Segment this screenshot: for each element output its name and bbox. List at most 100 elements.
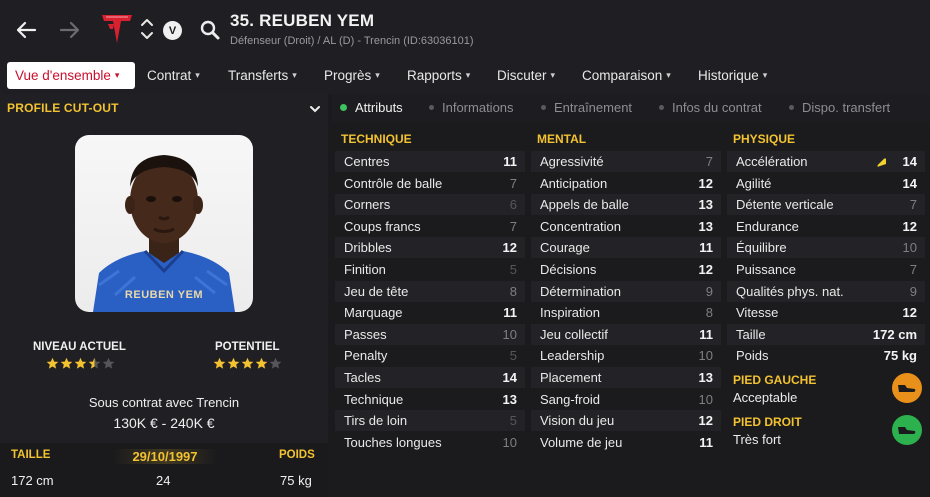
attribute-name: Poids — [736, 348, 769, 364]
attribute-name: Penalty — [344, 348, 388, 364]
menu-reports[interactable]: Rapports ▾ — [407, 62, 470, 89]
player-photo: REUBEN YEM — [75, 135, 253, 312]
attribute-name: Volume de jeu — [540, 434, 623, 450]
technical-attribute-row[interactable]: Contrôle de balle 7 — [335, 173, 525, 194]
menu-label: Comparaison — [582, 68, 663, 83]
active-dot-icon — [340, 104, 347, 111]
technical-attribute-row[interactable]: Marquage 11 — [335, 302, 525, 323]
age-value: 24 — [156, 473, 171, 488]
attribute-value: 10 — [502, 326, 517, 342]
menu-history[interactable]: Historique ▾ — [698, 62, 767, 89]
attribute-value: 14 — [902, 154, 917, 169]
subtab-transfer-availability[interactable]: Dispo. transfert — [789, 100, 890, 115]
menu-contract[interactable]: Contrat ▾ — [147, 62, 200, 89]
menu-comparison[interactable]: Comparaison ▾ — [582, 62, 671, 89]
chevron-down-icon[interactable] — [309, 102, 321, 114]
left-foot-value: Acceptable — [733, 390, 798, 405]
attribute-name: Coups francs — [344, 218, 421, 234]
mental-attribute-row[interactable]: Leadership 10 — [531, 345, 721, 366]
subtab-contract-info[interactable]: Infos du contrat — [659, 100, 762, 115]
physical-attribute-row[interactable]: Qualités phys. nat. 9 — [727, 280, 925, 302]
menu-overview[interactable]: Vue d'ensemble ▾ — [7, 62, 135, 89]
technical-attribute-row[interactable]: Technique 13 — [335, 389, 525, 410]
mental-attribute-row[interactable]: Décisions 12 — [531, 259, 721, 280]
current-ability-stars — [46, 357, 115, 370]
attribute-name: Décisions — [540, 262, 597, 277]
technical-attribute-row[interactable]: Penalty 5 — [335, 345, 525, 366]
dot-icon — [789, 105, 794, 110]
mental-attribute-row[interactable]: Agressivité 7 — [531, 151, 721, 172]
dot-icon — [429, 105, 434, 110]
mental-attribute-row[interactable]: Inspiration 8 — [531, 302, 721, 323]
physical-attribute-row[interactable]: Endurance 12 — [727, 216, 925, 237]
technical-attribute-row[interactable]: Coups francs 7 — [335, 216, 525, 237]
player-header: V 35. REUBEN YEM Défenseur (Droit) / AL … — [0, 0, 930, 58]
attribute-name: Technique — [344, 391, 404, 407]
mental-attribute-row[interactable]: Vision du jeu 12 — [531, 410, 721, 432]
attribute-name: Détente verticale — [736, 197, 834, 213]
technical-attribute-row[interactable]: Tacles 14 — [335, 367, 525, 388]
technical-attribute-row[interactable]: Tirs de loin 5 — [335, 410, 525, 432]
mental-attribute-row[interactable]: Jeu collectif 11 — [531, 323, 721, 345]
right-boot-icon — [892, 415, 922, 445]
technical-attribute-row[interactable]: Dribbles 12 — [335, 237, 525, 259]
mental-attribute-row[interactable]: Anticipation 12 — [531, 173, 721, 194]
right-foot-value: Très fort — [733, 432, 781, 447]
club-logo[interactable] — [100, 12, 134, 46]
menu-discuss[interactable]: Discuter ▾ — [497, 62, 555, 89]
v-badge-icon[interactable]: V — [163, 21, 182, 40]
mental-attribute-row[interactable]: Appels de balle 13 — [531, 194, 721, 216]
attribute-value: 12 — [698, 262, 713, 277]
attribute-value: 5 — [509, 262, 517, 277]
profile-heading: PROFILE CUT-OUT — [7, 101, 119, 115]
attribute-name: Corners — [344, 197, 391, 213]
technical-heading: TECHNIQUE — [341, 132, 412, 146]
player-switch-arrows-icon[interactable] — [140, 16, 154, 42]
physical-attribute-row[interactable]: Agilité 14 — [727, 173, 925, 194]
mental-attribute-row[interactable]: Sang-froid 10 — [531, 389, 721, 410]
attribute-name: Agressivité — [540, 154, 604, 169]
menu-progress[interactable]: Progrès ▾ — [324, 62, 380, 89]
subtab-information[interactable]: Informations — [429, 100, 514, 115]
attribute-value: 8 — [509, 283, 517, 299]
physical-attribute-row[interactable]: Poids 75 kg — [727, 345, 925, 366]
current-star-icon — [102, 357, 115, 370]
forward-arrow-icon[interactable] — [58, 18, 82, 42]
mental-attribute-row[interactable]: Concentration 13 — [531, 216, 721, 237]
mental-attribute-row[interactable]: Détermination 9 — [531, 280, 721, 302]
technical-attribute-row[interactable]: Jeu de tête 8 — [335, 280, 525, 302]
subtab-label: Dispo. transfert — [802, 100, 891, 115]
attribute-name: Courage — [540, 240, 590, 256]
physical-attribute-row[interactable]: Équilibre 10 — [727, 237, 925, 259]
menu-label: Progrès — [324, 68, 372, 83]
subtab-training[interactable]: Entraînement — [541, 100, 632, 115]
subtab-attributes[interactable]: Attributs — [340, 100, 403, 115]
mental-attribute-row[interactable]: Placement 13 — [531, 367, 721, 388]
dot-icon — [541, 105, 546, 110]
technical-attribute-row[interactable]: Touches longues 10 — [335, 432, 525, 453]
attribute-name: Puissance — [736, 262, 796, 277]
birth-date: 29/10/1997 — [113, 449, 217, 464]
physical-attribute-row[interactable]: Accélération 14 — [727, 151, 925, 172]
attribute-value: 13 — [698, 197, 713, 213]
back-arrow-icon[interactable] — [14, 18, 38, 42]
technical-attribute-row[interactable]: Centres 11 — [335, 151, 525, 172]
technical-attribute-row[interactable]: Corners 6 — [335, 194, 525, 216]
attribute-value: 14 — [502, 370, 517, 385]
physical-attribute-row[interactable]: Taille 172 cm — [727, 323, 925, 345]
attribute-value: 12 — [698, 413, 713, 429]
physical-attribute-row[interactable]: Détente verticale 7 — [727, 194, 925, 216]
mental-attribute-row[interactable]: Volume de jeu 11 — [531, 432, 721, 453]
physical-attribute-row[interactable]: Puissance 7 — [727, 259, 925, 280]
attributes-panel: TECHNIQUE Centres 11 Contrôle de balle 7 Cor… — [332, 123, 930, 497]
attribute-value: 13 — [502, 391, 517, 407]
technical-attribute-row[interactable]: Passes 10 — [335, 323, 525, 345]
technical-attribute-row[interactable]: Finition 5 — [335, 259, 525, 280]
physical-attribute-row[interactable]: Vitesse 12 — [727, 302, 925, 323]
attribute-value: 11 — [699, 326, 713, 342]
subtab-label: Entraînement — [554, 100, 633, 115]
search-icon[interactable] — [199, 19, 221, 41]
menu-transfers[interactable]: Transferts ▾ — [228, 62, 297, 89]
trend-up-arrow-icon — [876, 156, 887, 171]
mental-attribute-row[interactable]: Courage 11 — [531, 237, 721, 259]
